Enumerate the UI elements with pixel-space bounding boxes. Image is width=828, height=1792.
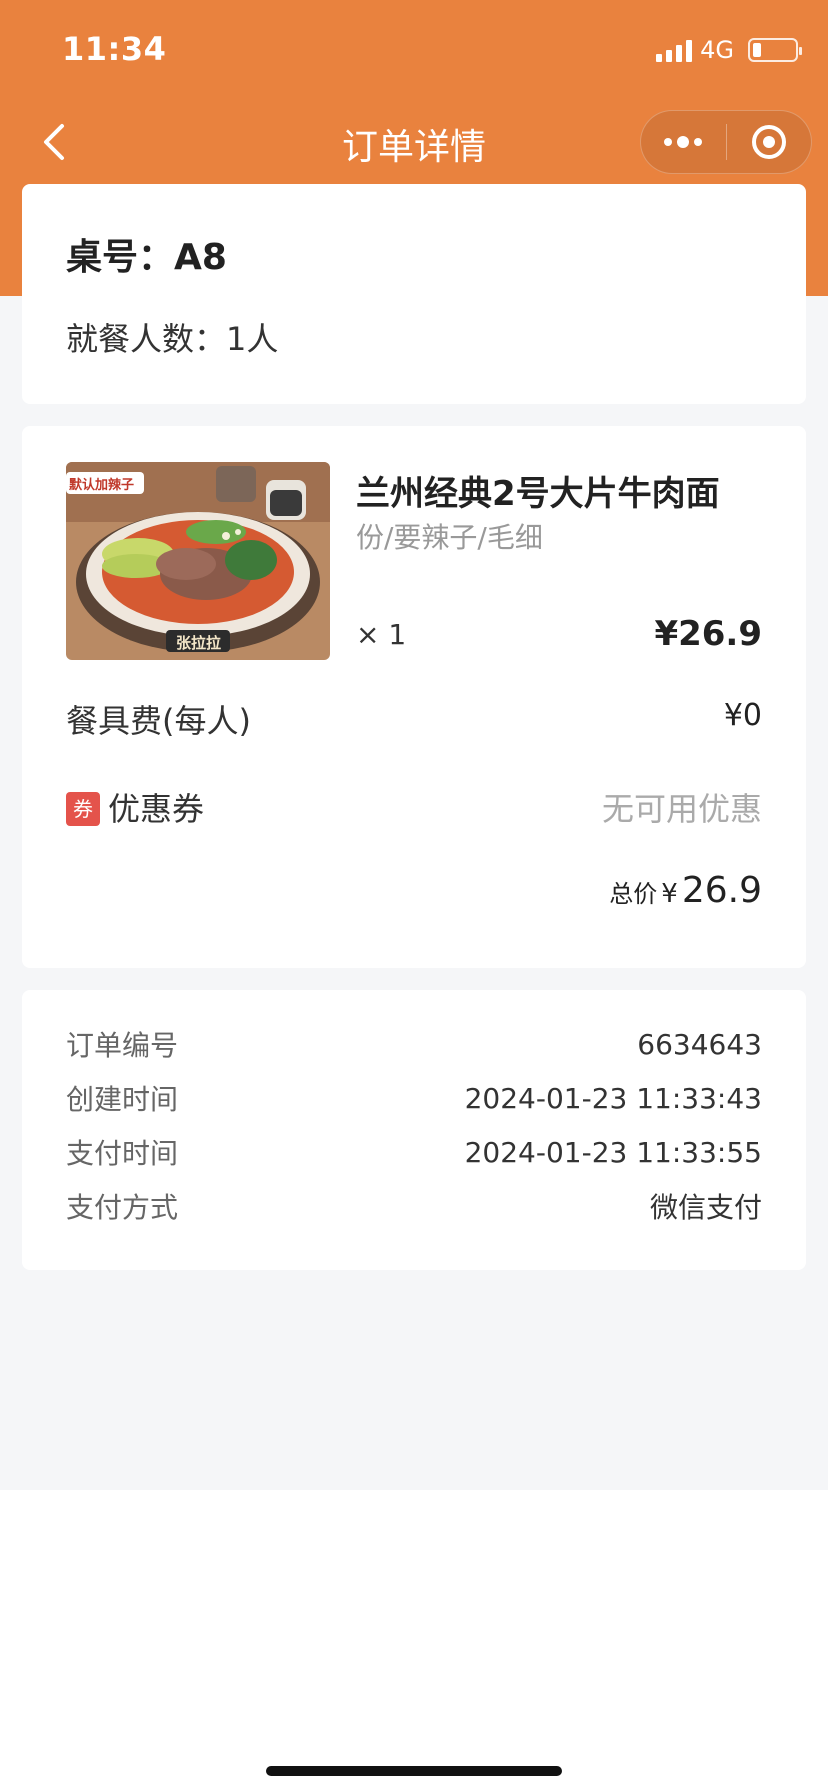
info-value: 2024-01-23 11:33:55: [464, 1135, 762, 1169]
mini-program-capsule: [640, 110, 812, 174]
total-label: 总价: [609, 880, 658, 908]
signal-icon: [656, 38, 693, 62]
navigation-bar: 订单详情: [0, 100, 828, 184]
status-indicators: 4G: [656, 36, 802, 64]
order-items-card: 默认加辣子 张拉拉 兰州经典2号大片牛肉面 份/要辣子/毛细 × 1 ¥26.9…: [22, 426, 806, 968]
status-time: 11:34: [62, 30, 167, 68]
image-brand: 张拉拉: [176, 634, 222, 652]
image-badge: 默认加辣子: [69, 478, 135, 493]
order-info-card: 订单编号 6634643 创建时间 2024-01-23 11:33:43 支付…: [22, 990, 806, 1270]
home-indicator[interactable]: [266, 1766, 562, 1776]
network-type: 4G: [700, 36, 734, 64]
table-info-card: 桌号：A8 就餐人数：1人: [22, 184, 806, 404]
status-bar: 11:34 4G: [0, 0, 828, 100]
item-quantity: × 1: [356, 618, 407, 651]
target-circle-icon: [751, 125, 786, 159]
paid-time-row: 支付时间 2024-01-23 11:33:55: [66, 1132, 762, 1172]
order-number-row: 订单编号 6634643: [66, 1024, 762, 1064]
item-price: ¥26.9: [654, 614, 762, 654]
info-value: 2024-01-23 11:33:43: [464, 1081, 762, 1115]
created-time-row: 创建时间 2024-01-23 11:33:43: [66, 1078, 762, 1118]
battery-icon: [748, 38, 802, 62]
info-key: 创建时间: [66, 1083, 179, 1116]
info-value: 微信支付: [649, 1191, 762, 1224]
payment-method-row: 支付方式 微信支付: [66, 1186, 762, 1226]
diners-count: 就餐人数：1人: [66, 320, 279, 358]
more-dots-icon: [664, 136, 703, 148]
tableware-fee-label: 餐具费(每人): [66, 702, 251, 740]
close-miniprogram-button[interactable]: [727, 111, 812, 173]
food-image: 默认加辣子 张拉拉: [66, 462, 330, 660]
info-key: 订单编号: [66, 1029, 179, 1062]
info-value: 6634643: [637, 1027, 762, 1061]
info-key: 支付方式: [66, 1191, 179, 1224]
order-total: 总价 ¥ 26.9: [609, 870, 762, 911]
table-number: 桌号：A8: [66, 237, 227, 278]
item-spec: 份/要辣子/毛细: [356, 521, 543, 554]
item-name: 兰州经典2号大片牛肉面: [356, 474, 720, 514]
total-currency: ¥: [661, 879, 678, 909]
more-button[interactable]: [641, 111, 726, 173]
info-key: 支付时间: [66, 1137, 179, 1170]
total-amount: 26.9: [681, 870, 762, 911]
tableware-fee-value: ¥0: [723, 698, 762, 733]
coupon-value[interactable]: 无可用优惠: [602, 784, 762, 830]
coupon-icon: 券: [66, 792, 100, 826]
coupon-label: 优惠券: [108, 790, 205, 828]
